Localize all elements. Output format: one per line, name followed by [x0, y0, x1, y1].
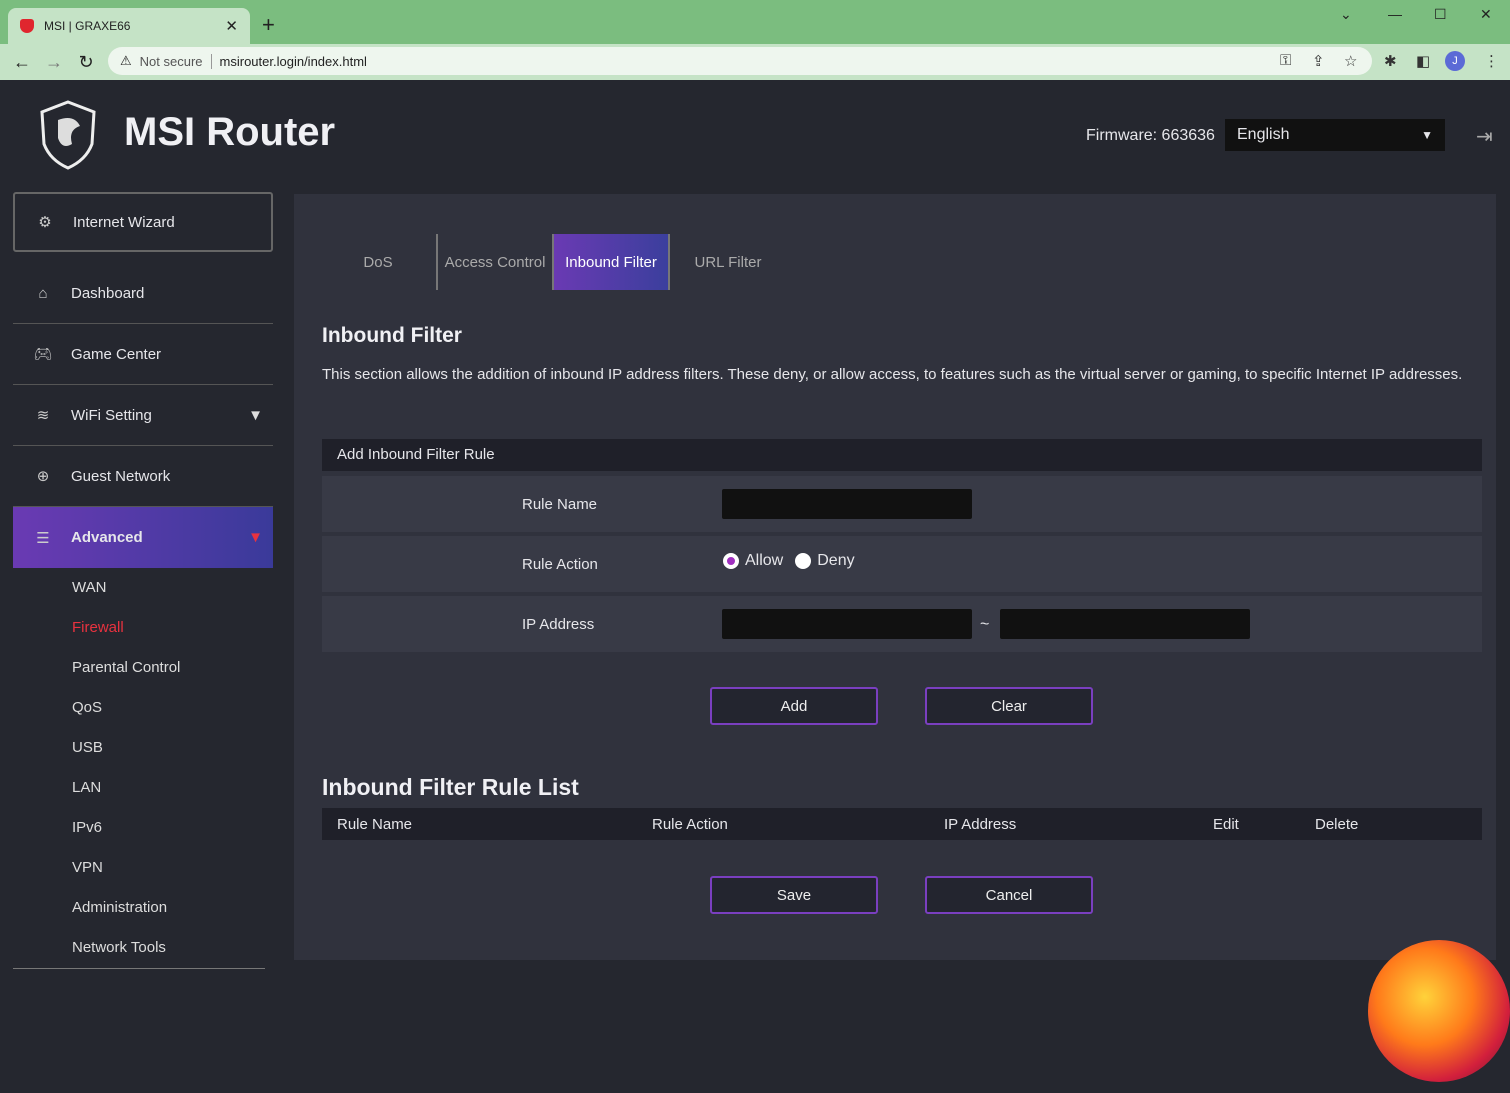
back-button[interactable]: ← — [6, 52, 38, 73]
tab-search-icon[interactable]: ⌄ — [1340, 6, 1352, 23]
column-edit: Edit — [1213, 816, 1239, 833]
tab-dos[interactable]: DoS — [320, 234, 436, 290]
save-button[interactable]: Save — [710, 876, 878, 914]
sidebar-item-guest-network[interactable]: ⊕ Guest Network — [13, 446, 273, 507]
submenu-lan[interactable]: LAN — [72, 779, 101, 796]
allow-radio[interactable] — [723, 553, 739, 569]
forward-button[interactable]: → — [38, 52, 70, 73]
sidebar-divider — [13, 968, 265, 969]
sliders-icon: ☰ — [36, 529, 50, 547]
maximize-button[interactable]: ☐ — [1434, 6, 1447, 23]
language-select[interactable]: English ▼ — [1225, 119, 1445, 151]
menu-icon[interactable]: ⋮ — [1484, 52, 1499, 70]
star-icon[interactable]: ☆ — [1344, 52, 1357, 70]
column-ip-address: IP Address — [944, 816, 1017, 833]
column-rule-action: Rule Action — [652, 816, 728, 833]
ip-address-label: IP Address — [522, 616, 595, 633]
rule-list-header: Rule Name Rule Action IP Address Edit De… — [322, 808, 1482, 840]
close-tab-icon[interactable]: ✕ — [225, 17, 238, 35]
sidebar-item-label: WiFi Setting — [71, 406, 152, 424]
chevron-down-icon: ▼ — [1421, 128, 1433, 142]
gear-icon: ⚙ — [38, 214, 52, 231]
warning-icon: ⚠ — [120, 53, 132, 68]
submenu-wan[interactable]: WAN — [72, 579, 106, 596]
clear-button[interactable]: Clear — [925, 687, 1093, 725]
sidebar-item-game-center[interactable]: 🎮︎ Game Center — [13, 324, 273, 385]
wizard-label: Internet Wizard — [73, 213, 175, 231]
extensions-icon[interactable]: ✱ — [1384, 52, 1397, 70]
internet-wizard-button[interactable]: ⚙ Internet Wizard — [13, 192, 273, 252]
deny-radio[interactable] — [795, 553, 812, 569]
rule-action-label: Rule Action — [522, 556, 598, 573]
ip-end-input[interactable] — [1000, 609, 1250, 639]
url-text[interactable]: msirouter.login/index.html — [220, 54, 367, 69]
sidebar-item-wifi-setting[interactable]: ≋ WiFi Setting ▼ — [13, 385, 273, 446]
sidebar-item-label: Dashboard — [71, 284, 145, 302]
minimize-button[interactable]: — — [1388, 6, 1402, 22]
chevron-down-icon: ▼ — [248, 529, 263, 546]
rule-action-row — [322, 536, 1482, 592]
tab-url-filter[interactable]: URL Filter — [680, 234, 776, 290]
language-value: English — [1237, 126, 1290, 143]
allow-label[interactable]: Allow — [745, 552, 783, 570]
rule-list-title: Inbound Filter Rule List — [322, 774, 579, 800]
browser-tab[interactable]: MSI | GRAXE66 ✕ — [8, 8, 250, 44]
new-tab-button[interactable]: + — [262, 12, 275, 38]
range-separator: ~ — [980, 616, 990, 633]
profile-avatar[interactable]: J — [1445, 51, 1465, 71]
submenu-parental-control[interactable]: Parental Control — [72, 659, 180, 676]
column-delete: Delete — [1315, 816, 1359, 833]
sidebar-item-label: Advanced — [71, 529, 143, 546]
form-header: Add Inbound Filter Rule — [322, 439, 1482, 471]
msi-dragon-logo — [40, 100, 96, 170]
submenu-ipv6[interactable]: IPv6 — [72, 819, 102, 836]
ip-start-input[interactable] — [722, 609, 972, 639]
chevron-down-icon: ▼ — [248, 406, 263, 424]
submenu-administration[interactable]: Administration — [72, 899, 167, 916]
share-icon[interactable]: ⇪ — [1312, 52, 1325, 70]
globe-icon: ⊕ — [36, 468, 50, 485]
key-icon[interactable]: ⚿ — [1280, 52, 1291, 69]
section-title: Inbound Filter — [322, 324, 462, 347]
submenu-network-tools[interactable]: Network Tools — [72, 939, 166, 956]
submenu-firewall[interactable]: Firewall — [72, 619, 124, 636]
msi-favicon-icon — [20, 19, 34, 33]
app-title: MSI Router — [124, 110, 336, 154]
add-button[interactable]: Add — [710, 687, 878, 725]
sidebar-item-advanced[interactable]: ☰ Advanced ▼ — [13, 507, 273, 568]
column-rule-name: Rule Name — [337, 816, 413, 833]
firmware-version: Firmware: 663636 — [1086, 127, 1215, 144]
sidebar-item-label: Game Center — [71, 345, 162, 363]
not-secure-label[interactable]: Not secure — [140, 53, 212, 69]
submenu-usb[interactable]: USB — [72, 739, 103, 756]
gamepad-icon: 🎮︎ — [33, 346, 53, 363]
decorative-logo-orb-icon — [1368, 940, 1510, 1082]
close-window-button[interactable]: ✕ — [1480, 6, 1492, 23]
deny-label[interactable]: Deny — [817, 552, 854, 570]
logout-icon[interactable]: ⇥ — [1476, 124, 1493, 149]
submenu-vpn[interactable]: VPN — [72, 859, 103, 876]
side-panel-icon[interactable]: ◧ — [1416, 52, 1430, 70]
wifi-icon: ≋ — [36, 407, 50, 424]
omnibox[interactable]: ⚠ Not secure msirouter.login/index.html — [108, 47, 1372, 75]
reload-button[interactable]: ↻ — [70, 52, 102, 73]
sidebar-item-label: Guest Network — [71, 467, 171, 485]
section-description: This section allows the addition of inbo… — [322, 366, 1463, 383]
rule-name-input[interactable] — [722, 489, 972, 519]
rule-name-label: Rule Name — [522, 496, 598, 513]
tab-access-control[interactable]: Access Control — [438, 234, 552, 290]
sidebar-item-dashboard[interactable]: ⌂ Dashboard — [13, 263, 273, 324]
cancel-button[interactable]: Cancel — [925, 876, 1093, 914]
home-icon: ⌂ — [38, 284, 48, 302]
tab-title: MSI | GRAXE66 — [44, 19, 131, 33]
tab-inbound-filter[interactable]: Inbound Filter — [552, 234, 670, 290]
submenu-qos[interactable]: QoS — [72, 699, 102, 716]
